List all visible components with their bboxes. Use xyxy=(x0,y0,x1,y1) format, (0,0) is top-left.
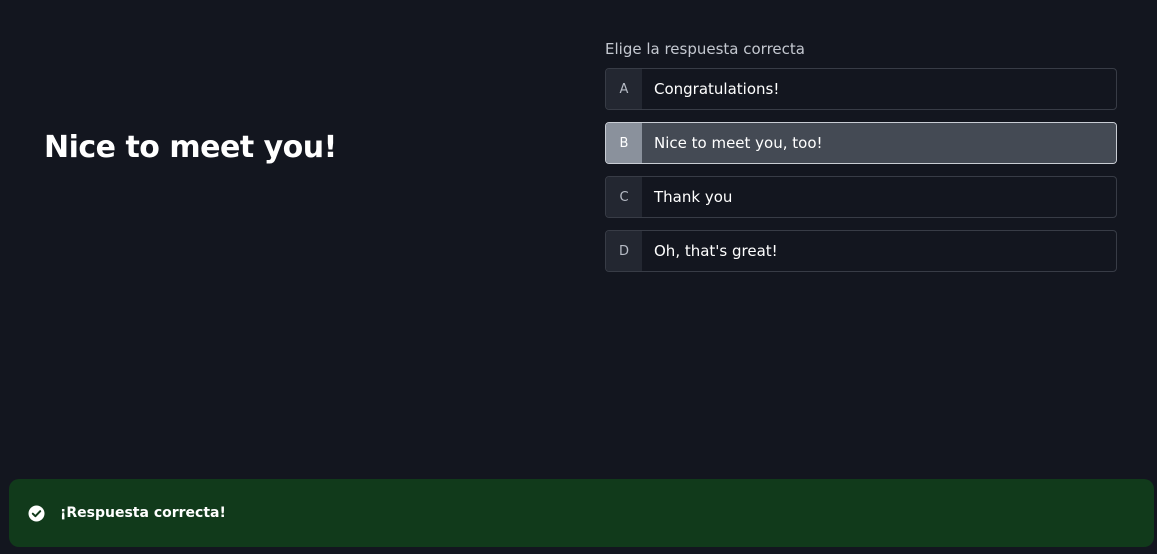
option-text: Nice to meet you, too! xyxy=(642,123,1116,163)
option-letter: D xyxy=(606,231,642,271)
option-text: Congratulations! xyxy=(654,80,780,98)
option-text: Thank you xyxy=(654,188,733,206)
answer-options: A Congratulations! B Nice to meet you, t… xyxy=(605,68,1117,284)
feedback-message: ¡Respuesta correcta! xyxy=(60,505,226,521)
option-text: Oh, that's great! xyxy=(654,242,778,260)
option-letter: B xyxy=(606,123,642,163)
option-b[interactable]: B Nice to meet you, too! xyxy=(605,122,1117,164)
check-circle-icon xyxy=(28,505,45,522)
option-c[interactable]: C Thank you xyxy=(605,176,1117,218)
option-letter: A xyxy=(606,69,642,109)
correct-answer-banner: ¡Respuesta correcta! xyxy=(9,479,1154,547)
option-letter: C xyxy=(606,177,642,217)
exercise-page: Nice to meet you! Elige la respuesta cor… xyxy=(0,0,1157,554)
option-d[interactable]: D Oh, that's great! xyxy=(605,230,1117,272)
instruction-text: Elige la respuesta correcta xyxy=(605,40,805,58)
question-prompt: Nice to meet you! xyxy=(44,130,337,165)
option-a[interactable]: A Congratulations! xyxy=(605,68,1117,110)
